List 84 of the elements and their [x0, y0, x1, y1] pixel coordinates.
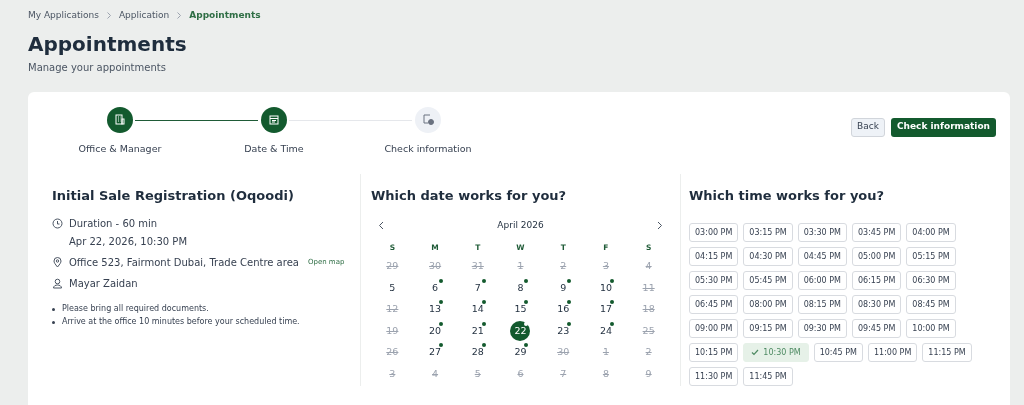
time-slot[interactable]: 10:15 PM [689, 343, 739, 362]
calendar-day[interactable]: 15 [510, 299, 531, 320]
time-slot[interactable]: 08:15 PM [797, 295, 847, 314]
time-slot[interactable]: 04:00 PM [906, 223, 956, 242]
time-slot[interactable]: 09:15 PM [743, 319, 793, 338]
note-text: Arrive at the office 10 minutes before your scheduled time. [62, 316, 300, 328]
time-slot[interactable]: 11:15 PM [922, 343, 972, 362]
time-slot[interactable]: 04:30 PM [743, 247, 793, 266]
calendar-day[interactable]: 5 [382, 277, 403, 298]
calendar-day[interactable]: 29 [510, 342, 531, 363]
calendar-day[interactable]: 6 [425, 277, 446, 298]
time-slot[interactable]: 11:00 PM [868, 343, 918, 362]
manager-name: Mayar Zaidan [69, 277, 138, 291]
service-title: Initial Sale Registration (Oqoodi) [52, 186, 295, 205]
time-slot[interactable]: 05:00 PM [852, 247, 902, 266]
breadcrumb-link[interactable]: Application [118, 9, 170, 23]
time-slot[interactable]: 06:30 PM [906, 271, 956, 290]
calendar-day[interactable]: 13 [425, 299, 446, 320]
calendar-day[interactable]: 21 [467, 320, 488, 341]
checkmark-icon [751, 349, 760, 356]
month-label: April 2026 [497, 219, 544, 232]
appointment-datetime: Apr 22, 2026, 10:30 PM [69, 235, 188, 249]
calendar-day[interactable]: 22 [510, 320, 531, 341]
bullet-icon [52, 307, 55, 311]
calendar-day[interactable]: 27 [425, 342, 446, 363]
calendar-day[interactable]: 20 [425, 320, 446, 341]
time-slot[interactable]: 10:00 PM [906, 319, 956, 338]
calendar-day[interactable]: 8 [510, 277, 531, 298]
chevron-right-icon [177, 12, 182, 20]
time-slot[interactable]: 09:00 PM [689, 319, 739, 338]
chevron-right-icon [657, 221, 663, 231]
back-button[interactable]: Back [851, 117, 885, 137]
calendar-icon [269, 114, 279, 125]
location-pin-icon [52, 257, 63, 268]
step-label: Office & Manager [78, 141, 162, 156]
calendar-day[interactable]: 10 [595, 277, 616, 298]
time-slot[interactable]: 04:45 PM [797, 247, 847, 266]
time-slot[interactable]: 08:30 PM [852, 295, 902, 314]
time-slot[interactable]: 03:15 PM [743, 223, 793, 242]
time-slot[interactable]: 06:45 PM [689, 295, 739, 314]
calendar-day[interactable]: 7 [467, 277, 488, 298]
clock-icon [52, 218, 63, 229]
office-address: Office 523, Fairmont Dubai, Trade Centre area [69, 256, 299, 270]
time-slot[interactable]: 05:45 PM [743, 271, 793, 290]
breadcrumb-link[interactable]: Appointments [189, 9, 261, 23]
time-slot[interactable]: 10:45 PM [813, 343, 863, 362]
person-icon [52, 278, 63, 289]
calendar-day[interactable]: 17 [595, 299, 616, 320]
calendar-day[interactable]: 9 [553, 277, 574, 298]
time-slot[interactable]: 03:30 PM [797, 223, 847, 242]
time-slot[interactable]: 11:45 PM [743, 367, 793, 386]
chevron-left-icon [378, 221, 384, 231]
time-slot[interactable]: 03:45 PM [852, 223, 902, 242]
time-slot[interactable]: 11:30 PM [689, 367, 739, 386]
time-slot[interactable]: 03:00 PM [689, 223, 739, 242]
breadcrumb-link[interactable]: My Applications [28, 9, 99, 23]
calendar-day[interactable]: 23 [553, 320, 574, 341]
time-slot[interactable]: 05:15 PM [906, 247, 956, 266]
time-slot[interactable]: 09:30 PM [797, 319, 847, 338]
calendar-day[interactable]: 28 [467, 342, 488, 363]
page-subtitle: Manage your appointments [28, 60, 167, 75]
building-icon [115, 114, 125, 125]
calendar-day[interactable]: 14 [467, 299, 488, 320]
chevron-right-icon [106, 12, 111, 20]
page-title: Appointments [28, 31, 188, 56]
calendar-day[interactable]: 24 [595, 320, 616, 341]
step-label: Check information [384, 141, 472, 156]
time-slot[interactable]: 09:45 PM [852, 319, 902, 338]
calendar-day[interactable]: 16 [553, 299, 574, 320]
time-slot[interactable]: 04:15 PM [689, 247, 739, 266]
date-section-title: Which date works for you? [371, 186, 568, 205]
step-label: Date & Time [244, 141, 304, 156]
time-slot[interactable]: 06:00 PM [797, 271, 847, 290]
calendar-check-icon [422, 114, 434, 125]
time-slot[interactable]: 08:00 PM [743, 295, 793, 314]
time-slot[interactable]: 10:30 PM [743, 343, 809, 362]
note-text: Please bring all required documents. [62, 303, 209, 315]
time-section-title: Which time works for you? [689, 186, 886, 205]
time-slot[interactable]: 05:30 PM [689, 271, 739, 290]
time-slot[interactable]: 08:45 PM [906, 295, 956, 314]
time-slot[interactable]: 06:15 PM [852, 271, 902, 290]
check-information-button[interactable]: Check information [890, 117, 996, 137]
bullet-icon [52, 320, 55, 324]
duration-text: Duration - 60 min [69, 217, 159, 231]
